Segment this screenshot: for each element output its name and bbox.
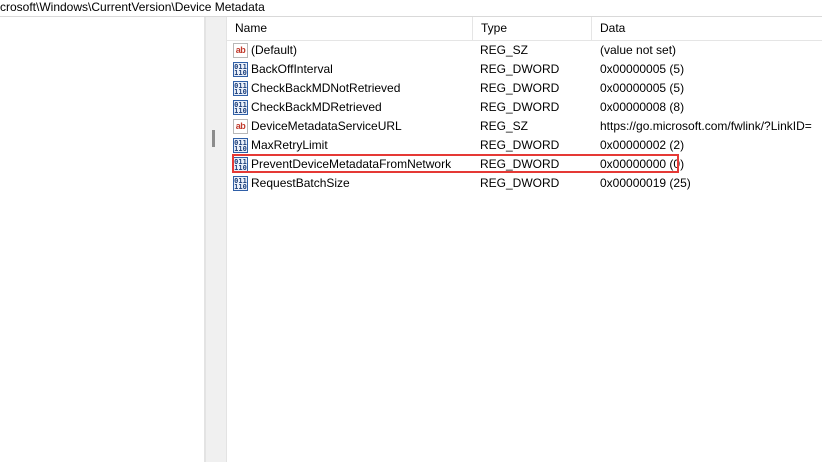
value-name: PreventDeviceMetadataFromNetwork	[251, 157, 452, 171]
binary-value-icon: 011 110	[233, 176, 248, 191]
string-value-icon: ab	[233, 43, 248, 58]
value-data: 0x00000008 (8)	[600, 100, 685, 114]
value-row-preventdevicemetadatafromnetwork[interactable]: 011 110 PreventDeviceMetadataFromNetwork …	[227, 155, 822, 174]
value-row-checkbackmdnotretrieved[interactable]: 011 110 CheckBackMDNotRetrieved REG_DWORD…	[227, 79, 822, 98]
column-header-data[interactable]: Data	[592, 17, 822, 40]
binary-value-icon: 011 110	[233, 62, 248, 77]
value-rows: ab (Default) REG_SZ (value not set) 011 1…	[227, 41, 822, 193]
value-row-default[interactable]: ab (Default) REG_SZ (value not set)	[227, 41, 822, 60]
value-type: REG_DWORD	[480, 100, 560, 114]
binary-value-icon: 011 110	[233, 100, 248, 115]
value-data: 0x00000000 (0)	[600, 157, 685, 171]
value-data: 0x00000005 (5)	[600, 81, 685, 95]
address-bar[interactable]: crosoft\Windows\CurrentVersion\Device Me…	[0, 0, 822, 17]
value-data: 0x00000005 (5)	[600, 62, 685, 76]
value-name: DeviceMetadataServiceURL	[251, 119, 402, 133]
value-type: REG_DWORD	[480, 138, 560, 152]
value-name: BackOffInterval	[251, 62, 333, 76]
pane-splitter[interactable]	[205, 17, 227, 462]
value-row-backoffinterval[interactable]: 011 110 BackOffInterval REG_DWORD 0x00000…	[227, 60, 822, 79]
value-name: CheckBackMDRetrieved	[251, 100, 382, 114]
binary-value-icon: 011 110	[233, 157, 248, 172]
value-type: REG_DWORD	[480, 157, 560, 171]
registry-values-list[interactable]: Name Type Data ab (Default) REG_SZ (valu…	[227, 17, 822, 462]
value-type: REG_DWORD	[480, 176, 560, 190]
string-value-icon: ab	[233, 119, 248, 134]
address-path: crosoft\Windows\CurrentVersion\Device Me…	[0, 0, 265, 14]
value-type: REG_DWORD	[480, 62, 560, 76]
value-name: RequestBatchSize	[251, 176, 350, 190]
value-name: (Default)	[251, 43, 298, 57]
value-data: (value not set)	[600, 43, 677, 57]
value-data: 0x00000019 (25)	[600, 176, 691, 190]
binary-value-icon: 011 110	[233, 81, 248, 96]
column-header-name[interactable]: Name	[227, 17, 473, 40]
splitter-grip[interactable]	[212, 130, 215, 147]
list-header: Name Type Data	[227, 17, 822, 41]
value-data: https://go.microsoft.com/fwlink/?LinkID=	[600, 119, 812, 133]
column-header-type[interactable]: Type	[473, 17, 592, 40]
value-type: REG_SZ	[480, 119, 529, 133]
value-type: REG_DWORD	[480, 81, 560, 95]
value-name: CheckBackMDNotRetrieved	[251, 81, 401, 95]
value-name: MaxRetryLimit	[251, 138, 328, 152]
value-type: REG_SZ	[480, 43, 529, 57]
value-row-maxretrylimit[interactable]: 011 110 MaxRetryLimit REG_DWORD 0x0000000…	[227, 136, 822, 155]
registry-tree-pane[interactable]	[0, 17, 205, 462]
value-row-checkbackmdretrieved[interactable]: 011 110 CheckBackMDRetrieved REG_DWORD 0x…	[227, 98, 822, 117]
value-row-devicemetadataserviceurl[interactable]: ab DeviceMetadataServiceURL REG_SZ https…	[227, 117, 822, 136]
binary-value-icon: 011 110	[233, 138, 248, 153]
value-data: 0x00000002 (2)	[600, 138, 685, 152]
value-row-requestbatchsize[interactable]: 011 110 RequestBatchSize REG_DWORD 0x0000…	[227, 174, 822, 193]
